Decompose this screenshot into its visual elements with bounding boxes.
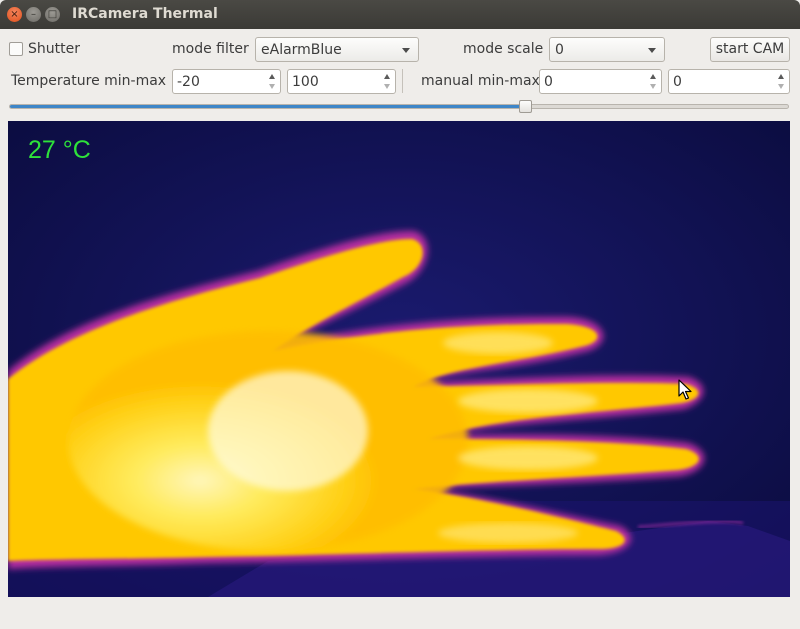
temperature-max-value: 100 xyxy=(292,74,319,90)
shutter-label[interactable]: Shutter xyxy=(28,41,80,57)
spin-up-icon[interactable] xyxy=(650,74,656,79)
mode-filter-label: mode filter xyxy=(172,41,249,57)
thermal-hand-image xyxy=(8,121,790,597)
spin-down-icon[interactable] xyxy=(778,84,784,89)
chevron-down-icon xyxy=(402,48,410,53)
spin-up-icon[interactable] xyxy=(384,74,390,79)
shutter-checkbox[interactable] xyxy=(9,42,23,56)
maximize-icon: □ xyxy=(47,9,58,20)
window-title: IRCamera Thermal xyxy=(72,6,218,22)
close-button[interactable]: × xyxy=(7,7,22,22)
spin-up-icon[interactable] xyxy=(778,74,784,79)
spin-up-icon[interactable] xyxy=(269,74,275,79)
manual-max-value: 0 xyxy=(673,74,682,90)
manual-min-spinbox[interactable]: 0 xyxy=(539,69,662,94)
mode-scale-label: mode scale xyxy=(463,41,544,57)
range-slider-handle[interactable] xyxy=(518,100,532,113)
range-slider-fill xyxy=(10,105,526,108)
maximize-button[interactable]: □ xyxy=(45,7,60,22)
mode-scale-value: 0 xyxy=(555,42,564,58)
manual-min-value: 0 xyxy=(544,74,553,90)
thermal-image-view[interactable]: 27 °C xyxy=(8,121,790,597)
mouse-cursor-icon xyxy=(678,379,692,400)
temperature-min-value: -20 xyxy=(177,74,200,90)
mode-scale-select[interactable]: 0 xyxy=(549,37,665,62)
temperature-min-spinbox[interactable]: -20 xyxy=(172,69,281,94)
range-slider-track[interactable] xyxy=(9,104,789,109)
start-cam-button[interactable]: start CAM xyxy=(710,37,790,62)
temperature-min-max-label: Temperature min-max xyxy=(11,73,167,89)
minimize-button[interactable]: – xyxy=(26,7,41,22)
manual-min-max-label: manual min-max xyxy=(421,73,540,89)
separator xyxy=(402,69,403,93)
manual-max-spinbox[interactable]: 0 xyxy=(668,69,790,94)
spin-down-icon[interactable] xyxy=(269,84,275,89)
mode-filter-value: eAlarmBlue xyxy=(261,42,342,58)
spin-down-icon[interactable] xyxy=(650,84,656,89)
temperature-max-spinbox[interactable]: 100 xyxy=(287,69,396,94)
minimize-icon: – xyxy=(31,9,36,20)
spin-down-icon[interactable] xyxy=(384,84,390,89)
title-bar: × – □ IRCamera Thermal xyxy=(0,0,800,29)
app-window: × – □ IRCamera Thermal Shutter mode filt… xyxy=(0,0,800,629)
close-icon: × xyxy=(10,9,19,20)
temperature-readout: 27 °C xyxy=(28,136,91,164)
mode-filter-select[interactable]: eAlarmBlue xyxy=(255,37,419,62)
chevron-down-icon xyxy=(648,48,656,53)
